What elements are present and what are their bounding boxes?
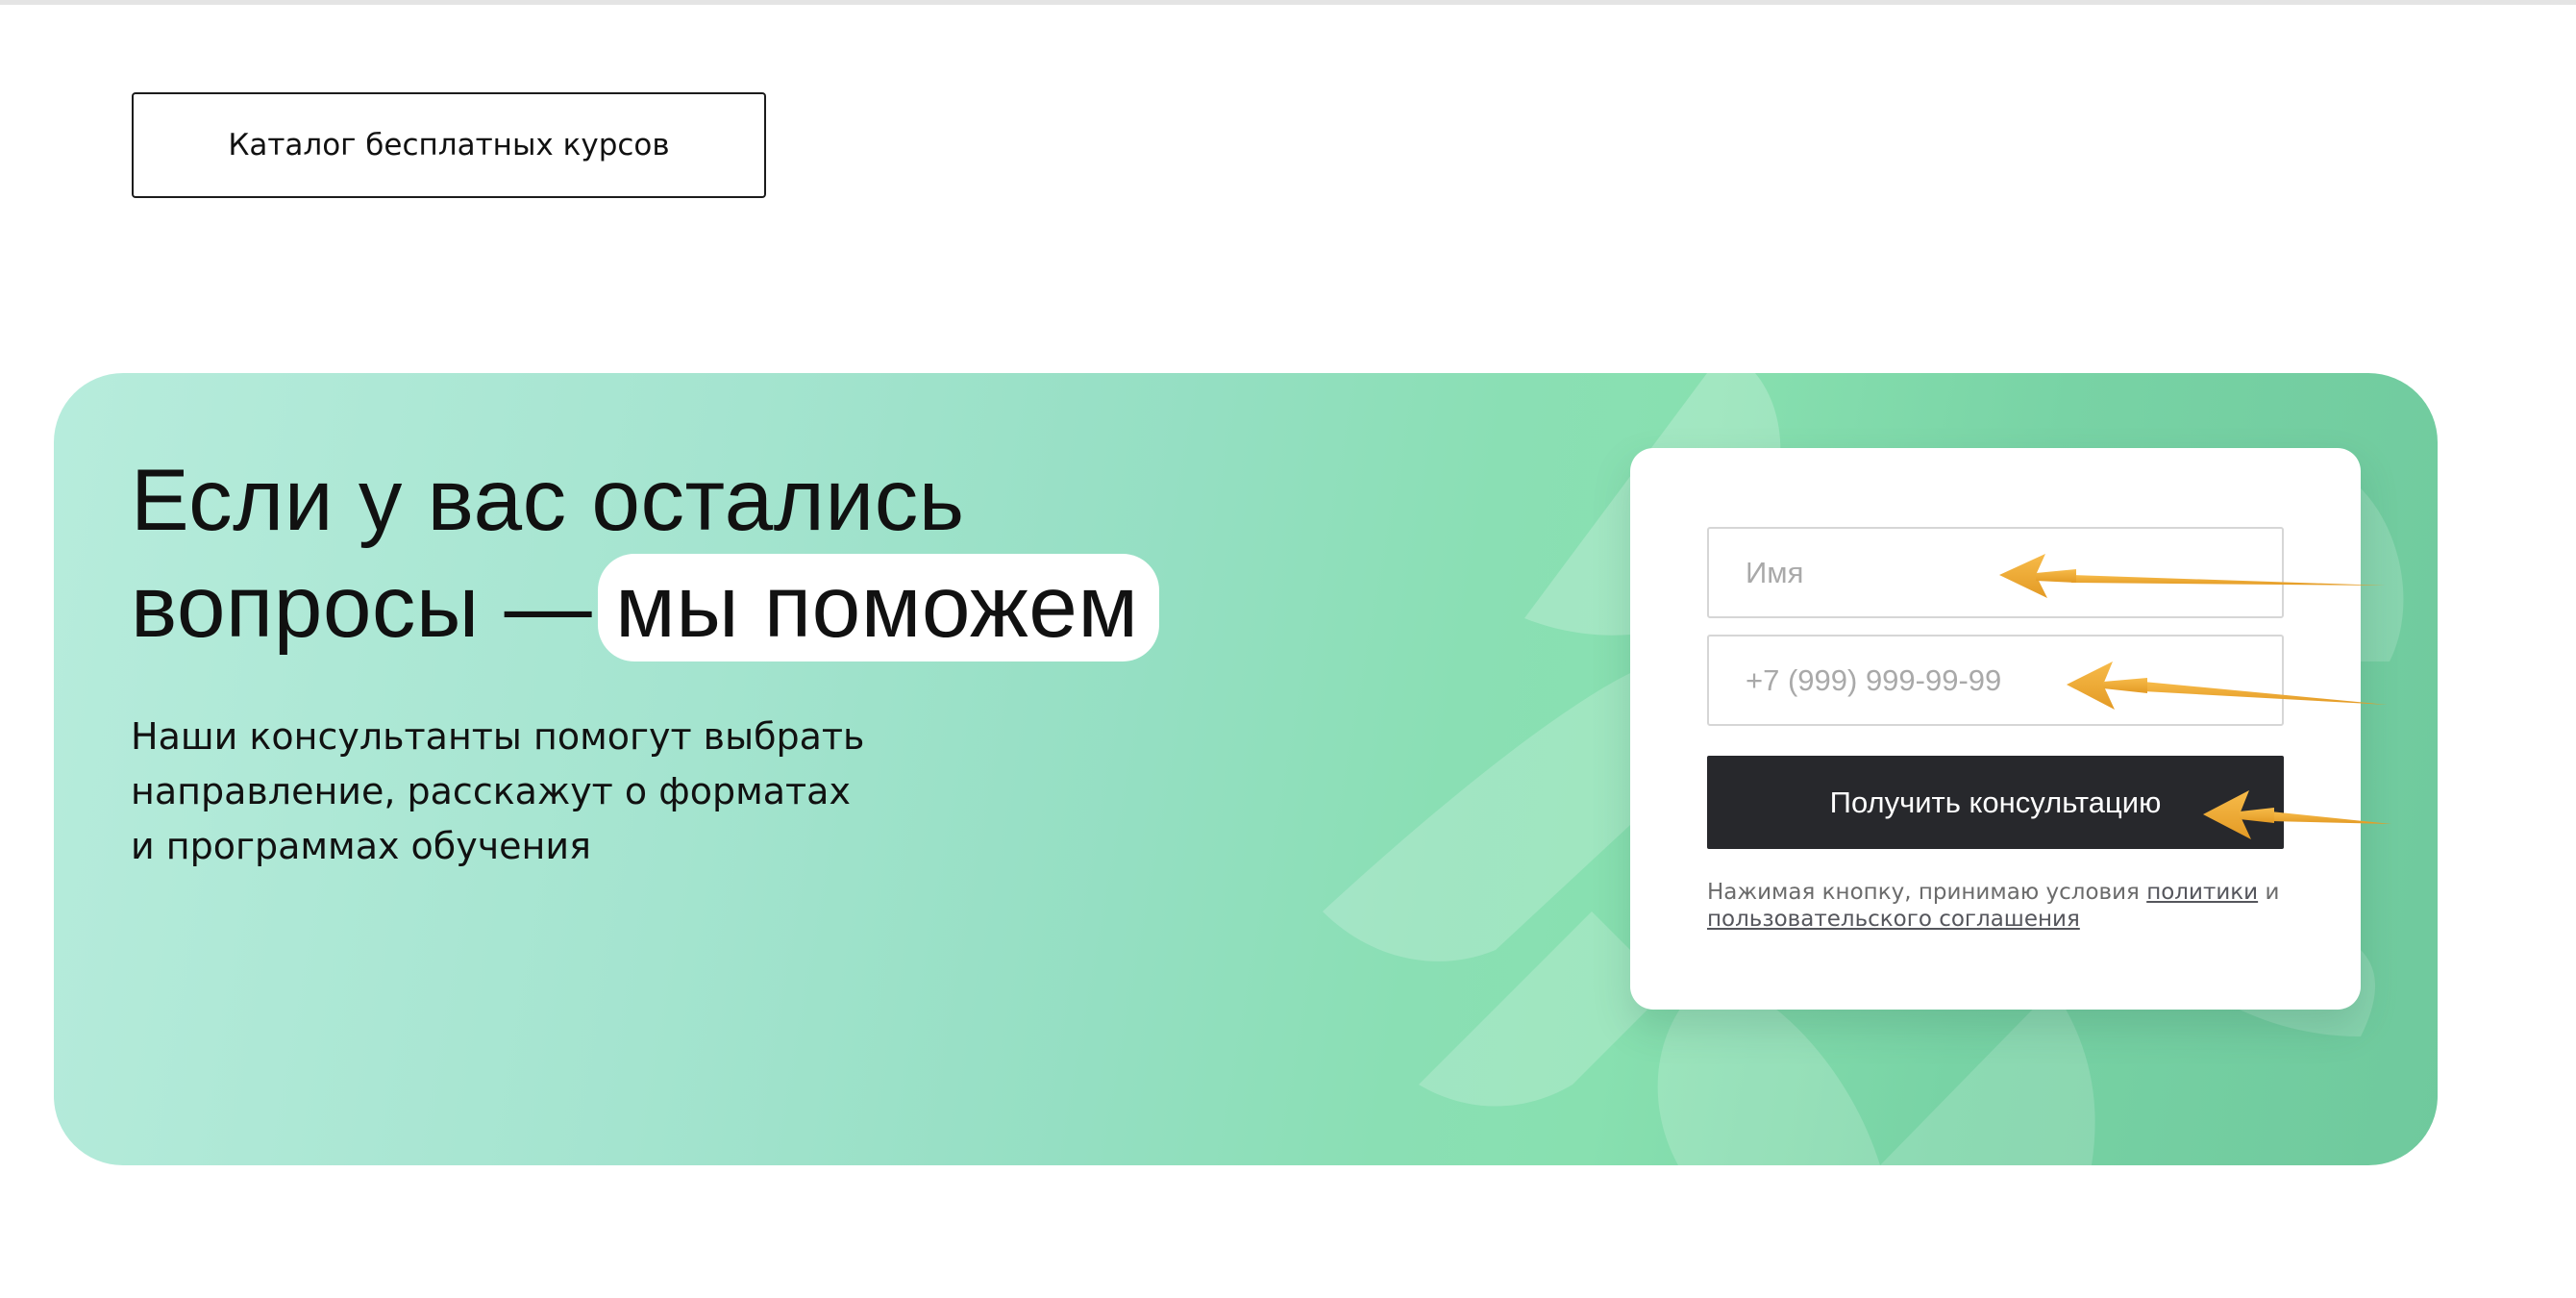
top-divider [0, 0, 2576, 5]
policy-link[interactable]: политики [2146, 880, 2258, 905]
catalog-button-label: Каталог бесплатных курсов [228, 128, 670, 162]
headline-line-1: Если у вас остались [131, 452, 965, 549]
subtitle-line-2: направление, расскажут о форматах [131, 770, 851, 812]
free-courses-catalog-button[interactable]: Каталог бесплатных курсов [132, 92, 766, 198]
user-agreement-link[interactable]: пользовательского соглашения [1707, 907, 2080, 932]
banner-headline: Если у вас остались вопросы — мы поможем [131, 448, 1160, 661]
consent-text: Нажимая кнопку, принимаю условия политик… [1707, 879, 2322, 933]
consent-conjunction: и [2265, 880, 2280, 905]
phone-input[interactable] [1707, 635, 2284, 726]
headline-line-2-prefix: вопросы — [131, 559, 593, 656]
headline-line-2: вопросы — мы поможем [131, 554, 1160, 661]
consultation-form-card: Получить консультацию Нажимая кнопку, пр… [1630, 448, 2361, 1010]
name-input[interactable] [1707, 527, 2284, 618]
submit-button-label: Получить консультацию [1829, 785, 2162, 819]
consent-prefix: Нажимая кнопку, принимаю условия [1707, 880, 2140, 905]
page: Каталог бесплатных курсов Если у вас ост… [0, 0, 2576, 1298]
banner-subtitle: Наши консультанты помогут выбрать направ… [131, 710, 996, 874]
headline-highlight: мы поможем [598, 554, 1160, 661]
subtitle-line-1: Наши консультанты помогут выбрать [131, 715, 865, 758]
subtitle-line-3: и программах обучения [131, 825, 591, 867]
get-consultation-button[interactable]: Получить консультацию [1707, 756, 2284, 849]
consultation-banner: Если у вас остались вопросы — мы поможем … [54, 373, 2438, 1165]
